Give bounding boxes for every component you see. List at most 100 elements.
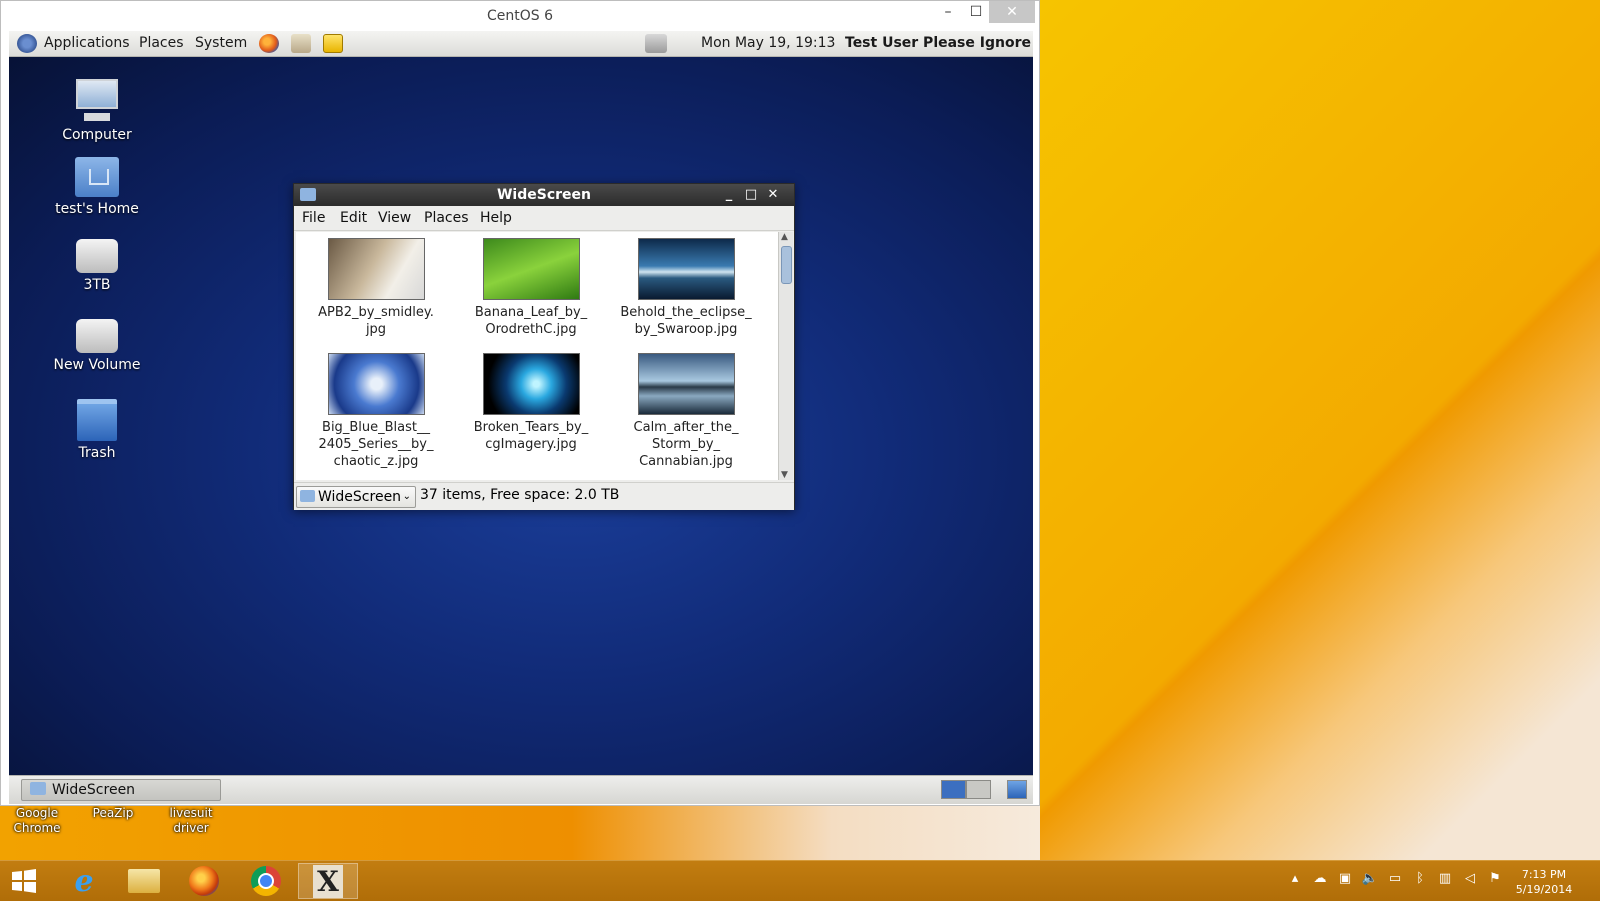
minimize-button[interactable]: – <box>933 1 963 23</box>
network-icon[interactable] <box>645 34 667 53</box>
action-center-flag-icon[interactable]: ⚑ <box>1486 871 1504 886</box>
scrollbar-thumb[interactable] <box>781 246 792 284</box>
file-item[interactable]: Banana_Leaf_by_ OrodrethC.jpg <box>456 238 606 338</box>
fm-maximize-icon[interactable]: □ <box>742 186 760 204</box>
fm-close-icon[interactable]: ✕ <box>764 186 782 204</box>
internet-explorer-icon: e <box>74 863 94 899</box>
firefox-button[interactable] <box>176 863 232 899</box>
gnome-top-panel: Applications Places System Mon May 19, 1… <box>9 31 1033 57</box>
file-name: Big_Blue_Blast__ 2405_Series__by_ chaoti… <box>318 420 434 469</box>
file-name: Behold_the_eclipse_ by_Swaroop.jpg <box>620 305 752 337</box>
file-explorer-button[interactable] <box>116 863 172 899</box>
menu-help[interactable]: Help <box>480 206 512 230</box>
network-icon[interactable]: ▥ <box>1436 871 1454 886</box>
location-label: WideScreen <box>318 489 402 505</box>
desktop-shortcut-livesuit[interactable]: livesuit driver <box>150 806 232 836</box>
computer-icon <box>74 77 120 123</box>
file-name: APB2_by_smidley. jpg <box>318 305 434 337</box>
status-text: 37 items, Free space: 2.0 TB <box>420 487 620 503</box>
speaker-icon[interactable]: 🔈 <box>1361 871 1379 886</box>
home-folder-icon <box>75 157 119 197</box>
menu-applications[interactable]: Applications <box>44 31 130 56</box>
drive-icon <box>76 239 118 273</box>
desktop-icon-computer[interactable]: Computer <box>47 77 147 143</box>
file-manager-menubar: File Edit View Places Help <box>294 206 794 231</box>
panel-user-name[interactable]: Test User Please Ignore <box>845 31 1031 56</box>
maximize-button[interactable]: ☐ <box>961 1 991 23</box>
folder-icon <box>300 188 316 201</box>
gnome-bottom-panel: WideScreen <box>9 775 1033 804</box>
file-name: Banana_Leaf_by_ OrodrethC.jpg <box>474 305 588 337</box>
tray-expand-icon[interactable]: ▴ <box>1286 871 1304 886</box>
location-dropdown[interactable]: WideScreen ⌄ <box>296 486 416 508</box>
internet-explorer-button[interactable]: e <box>56 863 112 899</box>
vm-window: CentOS 6 – ☐ ✕ Applications Places Syste… <box>0 0 1040 806</box>
desktop-icon-3tb[interactable]: 3TB <box>47 239 147 293</box>
desktop-icon-new-volume[interactable]: New Volume <box>47 319 147 373</box>
bluetooth-icon[interactable]: ᛒ <box>1411 871 1429 886</box>
desktop-icon-label: Computer <box>62 127 132 143</box>
file-item[interactable]: Behold_the_eclipse_ by_Swaroop.jpg <box>611 238 761 338</box>
chrome-button[interactable] <box>238 863 294 899</box>
clock-time: 7:13 PM <box>1521 868 1567 881</box>
vm-window-title: CentOS 6 <box>486 8 553 24</box>
taskbar-window-label: WideScreen <box>52 782 136 798</box>
chrome-icon <box>251 866 281 896</box>
menu-places[interactable]: Places <box>139 31 184 56</box>
trash-icon <box>77 399 117 441</box>
chevron-down-icon: ⌄ <box>402 491 411 502</box>
firefox-icon <box>189 866 219 896</box>
system-tray: ▴ ☁ ▣ 🔈 ▭ ᛒ ▥ ◁ ⚑ <box>1286 871 1504 886</box>
close-button[interactable]: ✕ <box>989 1 1035 23</box>
clock-date: 5/19/2014 <box>1515 883 1573 896</box>
battery-icon[interactable]: ▭ <box>1386 871 1404 886</box>
xming-button[interactable]: X <box>298 863 358 899</box>
file-name: Broken_Tears_by_ cgImagery.jpg <box>473 420 589 452</box>
monitor-icon[interactable]: ▣ <box>1336 871 1354 886</box>
menu-edit[interactable]: Edit <box>340 206 367 230</box>
file-item[interactable]: Big_Blue_Blast__ 2405_Series__by_ chaoti… <box>301 353 451 470</box>
menu-file[interactable]: File <box>302 206 325 230</box>
desktop-shortcut-peazip[interactable]: PeaZip <box>78 806 148 821</box>
file-item[interactable]: APB2_by_smidley. jpg <box>301 238 451 338</box>
vertical-scrollbar[interactable]: ▲ ▼ <box>778 232 793 480</box>
trash-applet-icon[interactable] <box>1007 780 1027 799</box>
windows-taskbar: e X ▴ ☁ ▣ 🔈 ▭ ᛒ ▥ ◁ ⚑ 7:13 PM 5/19/2014 <box>0 860 1600 901</box>
workspace-2[interactable] <box>966 780 991 799</box>
volume-icon[interactable]: ◁ <box>1461 871 1479 886</box>
folder-icon <box>30 782 46 795</box>
wallpaper-shape <box>1040 0 1600 860</box>
file-explorer-icon <box>128 869 160 893</box>
onedrive-icon[interactable]: ☁ <box>1311 871 1329 886</box>
file-manager-statusbar: WideScreen ⌄ 37 items, Free space: 2.0 T… <box>294 482 794 510</box>
panel-clock[interactable]: Mon May 19, 19:13 <box>701 31 835 56</box>
gnome-foot-icon <box>17 34 37 53</box>
desktop-icon-label: test's Home <box>55 201 139 217</box>
menu-places[interactable]: Places <box>424 206 469 230</box>
start-button[interactable] <box>0 863 48 899</box>
file-manager-titlebar[interactable]: WideScreen _ □ ✕ <box>294 184 794 206</box>
windows-logo-icon <box>12 869 36 893</box>
scroll-down-icon[interactable]: ▼ <box>781 470 788 480</box>
note-launcher-icon[interactable] <box>323 34 343 53</box>
workspace-1[interactable] <box>941 780 966 799</box>
file-item[interactable]: Calm_after_the_ Storm_by_ Cannabian.jpg <box>611 353 761 470</box>
desktop-icon-home[interactable]: test's Home <box>47 157 147 217</box>
file-manager-window: WideScreen _ □ ✕ File Edit View Places H… <box>293 183 795 510</box>
taskbar-clock[interactable]: 7:13 PM 5/19/2014 <box>1504 867 1584 897</box>
file-item[interactable]: Broken_Tears_by_ cgImagery.jpg <box>456 353 606 453</box>
mail-launcher-icon[interactable] <box>291 34 311 53</box>
taskbar-window-button[interactable]: WideScreen <box>21 779 221 801</box>
menu-system[interactable]: System <box>195 31 247 56</box>
scroll-up-icon[interactable]: ▲ <box>781 232 788 242</box>
desktop-shortcut-chrome[interactable]: Google Chrome <box>2 806 72 836</box>
folder-icon <box>300 490 315 502</box>
menu-view[interactable]: View <box>378 206 411 230</box>
desktop-icon-label: 3TB <box>83 277 111 293</box>
fm-minimize-icon[interactable]: _ <box>720 186 738 204</box>
desktop-icon-label: Trash <box>78 445 116 461</box>
desktop-icon-trash[interactable]: Trash <box>47 399 147 461</box>
file-thumbnail <box>327 353 425 415</box>
firefox-launcher-icon[interactable] <box>259 34 279 53</box>
file-thumbnail <box>327 238 425 300</box>
